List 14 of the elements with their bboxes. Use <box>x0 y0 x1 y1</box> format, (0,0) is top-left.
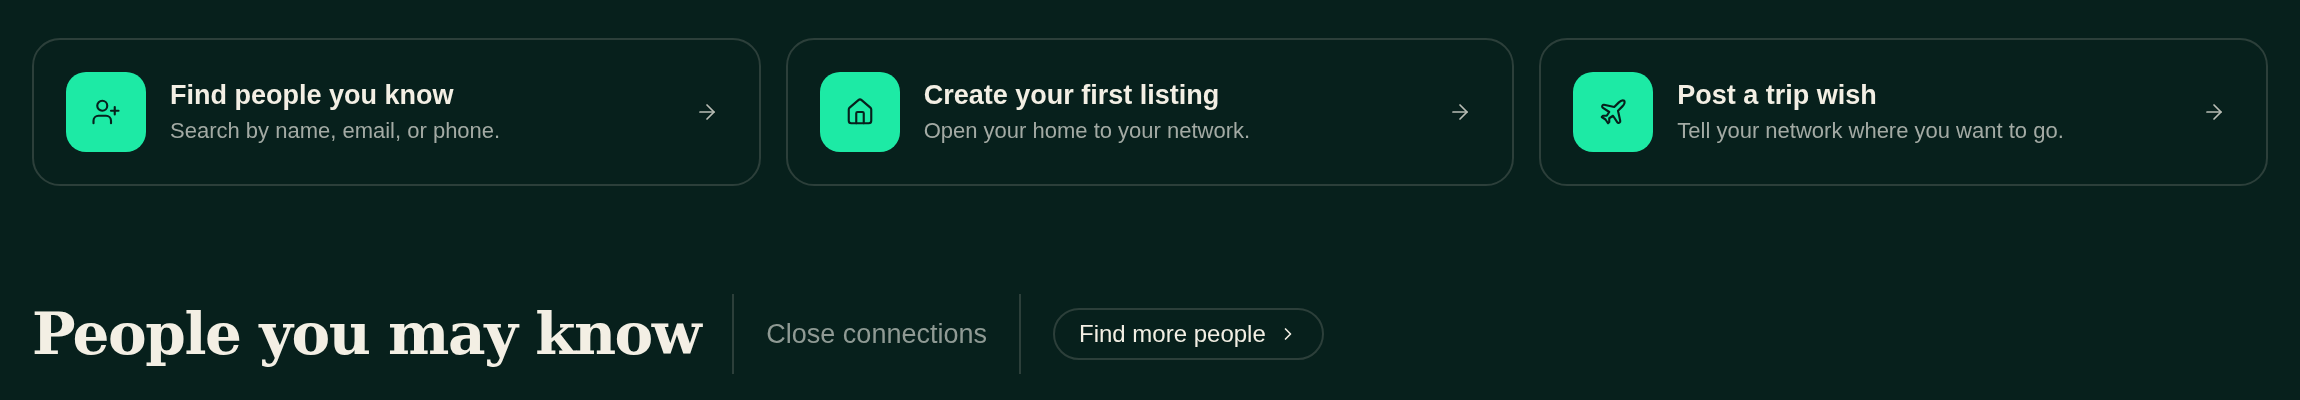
card-title: Post a trip wish <box>1677 79 1878 113</box>
action-card[interactable]: Create your first listing Open your home to your network. <box>785 38 1515 186</box>
card-subtitle: Open your home to your network. <box>923 117 1252 145</box>
plane-icon <box>1573 72 1654 152</box>
action-card[interactable]: Find people you know Search by name, email, or phone. <box>32 38 761 186</box>
action-card[interactable]: Post a trip wish Tell your network where you want to go. <box>1539 38 2268 186</box>
filter-label[interactable]: Close connections <box>766 313 987 355</box>
person-add-icon <box>66 72 146 152</box>
card-subtitle: Tell your network where you want to go. <box>1677 117 2065 145</box>
card-title: Find people you know <box>170 79 455 113</box>
house-icon <box>819 72 900 152</box>
card-subtitle: Search by name, email, or phone. <box>170 117 502 145</box>
card-title: Create your first listing <box>923 79 1221 113</box>
find-more-button[interactable]: Find more people <box>1053 308 1324 360</box>
